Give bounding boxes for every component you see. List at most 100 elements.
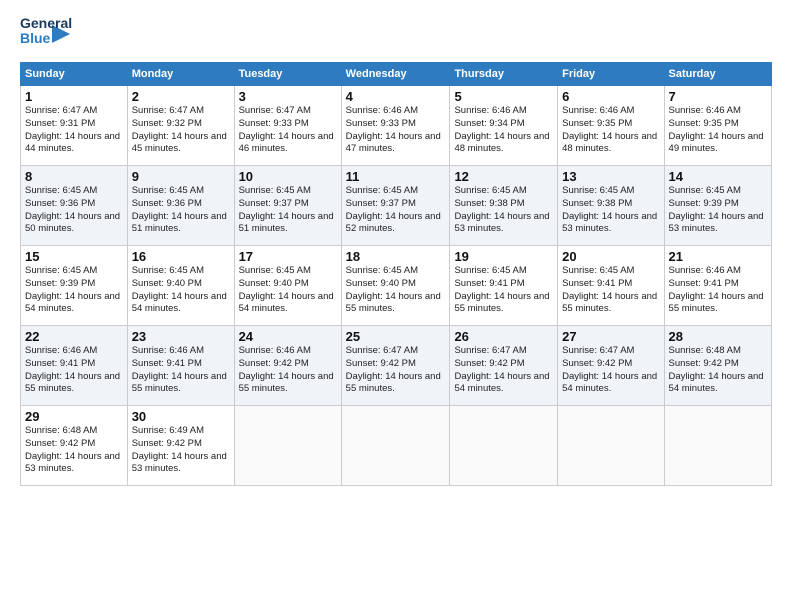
day-number: 4 xyxy=(346,89,446,104)
calendar-header-thursday: Thursday xyxy=(450,63,558,86)
calendar-cell: 26Sunrise: 6:47 AM Sunset: 9:42 PM Dayli… xyxy=(450,326,558,406)
day-info: Sunrise: 6:45 AM Sunset: 9:39 PM Dayligh… xyxy=(25,265,123,316)
day-number: 28 xyxy=(669,329,767,344)
calendar-header-monday: Monday xyxy=(127,63,234,86)
day-number: 25 xyxy=(346,329,446,344)
day-number: 1 xyxy=(25,89,123,104)
day-number: 30 xyxy=(132,409,230,424)
header: General Blue xyxy=(20,16,772,52)
calendar-header-row: SundayMondayTuesdayWednesdayThursdayFrid… xyxy=(21,63,772,86)
calendar-cell: 19Sunrise: 6:45 AM Sunset: 9:41 PM Dayli… xyxy=(450,246,558,326)
day-info: Sunrise: 6:45 AM Sunset: 9:40 PM Dayligh… xyxy=(239,265,337,316)
day-info: Sunrise: 6:46 AM Sunset: 9:33 PM Dayligh… xyxy=(346,105,446,156)
calendar-cell: 30Sunrise: 6:49 AM Sunset: 9:42 PM Dayli… xyxy=(127,406,234,486)
day-info: Sunrise: 6:47 AM Sunset: 9:32 PM Dayligh… xyxy=(132,105,230,156)
calendar-cell: 20Sunrise: 6:45 AM Sunset: 9:41 PM Dayli… xyxy=(558,246,664,326)
calendar-cell: 24Sunrise: 6:46 AM Sunset: 9:42 PM Dayli… xyxy=(234,326,341,406)
calendar-cell xyxy=(341,406,450,486)
calendar-cell: 7Sunrise: 6:46 AM Sunset: 9:35 PM Daylig… xyxy=(664,86,771,166)
calendar-header-wednesday: Wednesday xyxy=(341,63,450,86)
day-number: 10 xyxy=(239,169,337,184)
calendar-cell: 25Sunrise: 6:47 AM Sunset: 9:42 PM Dayli… xyxy=(341,326,450,406)
day-number: 23 xyxy=(132,329,230,344)
day-info: Sunrise: 6:45 AM Sunset: 9:37 PM Dayligh… xyxy=(346,185,446,236)
day-info: Sunrise: 6:45 AM Sunset: 9:40 PM Dayligh… xyxy=(132,265,230,316)
calendar-cell xyxy=(664,406,771,486)
day-info: Sunrise: 6:47 AM Sunset: 9:31 PM Dayligh… xyxy=(25,105,123,156)
day-info: Sunrise: 6:46 AM Sunset: 9:34 PM Dayligh… xyxy=(454,105,553,156)
calendar-cell: 4Sunrise: 6:46 AM Sunset: 9:33 PM Daylig… xyxy=(341,86,450,166)
calendar-cell: 8Sunrise: 6:45 AM Sunset: 9:36 PM Daylig… xyxy=(21,166,128,246)
day-info: Sunrise: 6:45 AM Sunset: 9:36 PM Dayligh… xyxy=(25,185,123,236)
calendar-cell xyxy=(450,406,558,486)
calendar-cell: 21Sunrise: 6:46 AM Sunset: 9:41 PM Dayli… xyxy=(664,246,771,326)
day-number: 15 xyxy=(25,249,123,264)
calendar-cell: 3Sunrise: 6:47 AM Sunset: 9:33 PM Daylig… xyxy=(234,86,341,166)
day-info: Sunrise: 6:47 AM Sunset: 9:42 PM Dayligh… xyxy=(454,345,553,396)
calendar-cell: 1Sunrise: 6:47 AM Sunset: 9:31 PM Daylig… xyxy=(21,86,128,166)
day-number: 18 xyxy=(346,249,446,264)
day-info: Sunrise: 6:46 AM Sunset: 9:41 PM Dayligh… xyxy=(669,265,767,316)
day-number: 6 xyxy=(562,89,659,104)
day-info: Sunrise: 6:47 AM Sunset: 9:33 PM Dayligh… xyxy=(239,105,337,156)
calendar-cell: 10Sunrise: 6:45 AM Sunset: 9:37 PM Dayli… xyxy=(234,166,341,246)
day-info: Sunrise: 6:46 AM Sunset: 9:42 PM Dayligh… xyxy=(239,345,337,396)
calendar-cell: 27Sunrise: 6:47 AM Sunset: 9:42 PM Dayli… xyxy=(558,326,664,406)
day-info: Sunrise: 6:46 AM Sunset: 9:35 PM Dayligh… xyxy=(562,105,659,156)
calendar-cell xyxy=(234,406,341,486)
day-info: Sunrise: 6:45 AM Sunset: 9:40 PM Dayligh… xyxy=(346,265,446,316)
day-info: Sunrise: 6:45 AM Sunset: 9:41 PM Dayligh… xyxy=(562,265,659,316)
calendar-week-1: 1Sunrise: 6:47 AM Sunset: 9:31 PM Daylig… xyxy=(21,86,772,166)
day-number: 14 xyxy=(669,169,767,184)
calendar-cell: 18Sunrise: 6:45 AM Sunset: 9:40 PM Dayli… xyxy=(341,246,450,326)
calendar-cell: 29Sunrise: 6:48 AM Sunset: 9:42 PM Dayli… xyxy=(21,406,128,486)
day-info: Sunrise: 6:45 AM Sunset: 9:38 PM Dayligh… xyxy=(454,185,553,236)
day-number: 19 xyxy=(454,249,553,264)
calendar-header-friday: Friday xyxy=(558,63,664,86)
day-number: 29 xyxy=(25,409,123,424)
calendar-week-4: 22Sunrise: 6:46 AM Sunset: 9:41 PM Dayli… xyxy=(21,326,772,406)
day-info: Sunrise: 6:48 AM Sunset: 9:42 PM Dayligh… xyxy=(25,425,123,476)
calendar-week-5: 29Sunrise: 6:48 AM Sunset: 9:42 PM Dayli… xyxy=(21,406,772,486)
day-info: Sunrise: 6:46 AM Sunset: 9:41 PM Dayligh… xyxy=(132,345,230,396)
day-number: 8 xyxy=(25,169,123,184)
day-number: 27 xyxy=(562,329,659,344)
day-number: 3 xyxy=(239,89,337,104)
calendar-header-sunday: Sunday xyxy=(21,63,128,86)
calendar-cell: 12Sunrise: 6:45 AM Sunset: 9:38 PM Dayli… xyxy=(450,166,558,246)
calendar-cell: 28Sunrise: 6:48 AM Sunset: 9:42 PM Dayli… xyxy=(664,326,771,406)
calendar-week-2: 8Sunrise: 6:45 AM Sunset: 9:36 PM Daylig… xyxy=(21,166,772,246)
day-number: 20 xyxy=(562,249,659,264)
day-info: Sunrise: 6:45 AM Sunset: 9:38 PM Dayligh… xyxy=(562,185,659,236)
day-number: 24 xyxy=(239,329,337,344)
calendar-header-saturday: Saturday xyxy=(664,63,771,86)
page: General Blue SundayMondayTuesdayWednesda… xyxy=(0,0,792,612)
day-info: Sunrise: 6:47 AM Sunset: 9:42 PM Dayligh… xyxy=(562,345,659,396)
day-number: 7 xyxy=(669,89,767,104)
day-number: 2 xyxy=(132,89,230,104)
day-number: 11 xyxy=(346,169,446,184)
day-info: Sunrise: 6:46 AM Sunset: 9:35 PM Dayligh… xyxy=(669,105,767,156)
day-number: 26 xyxy=(454,329,553,344)
day-info: Sunrise: 6:45 AM Sunset: 9:41 PM Dayligh… xyxy=(454,265,553,316)
day-number: 9 xyxy=(132,169,230,184)
calendar-cell: 22Sunrise: 6:46 AM Sunset: 9:41 PM Dayli… xyxy=(21,326,128,406)
calendar-cell: 9Sunrise: 6:45 AM Sunset: 9:36 PM Daylig… xyxy=(127,166,234,246)
calendar-cell xyxy=(558,406,664,486)
day-info: Sunrise: 6:46 AM Sunset: 9:41 PM Dayligh… xyxy=(25,345,123,396)
calendar-cell: 17Sunrise: 6:45 AM Sunset: 9:40 PM Dayli… xyxy=(234,246,341,326)
calendar-table: SundayMondayTuesdayWednesdayThursdayFrid… xyxy=(20,62,772,486)
calendar-cell: 6Sunrise: 6:46 AM Sunset: 9:35 PM Daylig… xyxy=(558,86,664,166)
day-number: 13 xyxy=(562,169,659,184)
day-info: Sunrise: 6:45 AM Sunset: 9:39 PM Dayligh… xyxy=(669,185,767,236)
day-info: Sunrise: 6:48 AM Sunset: 9:42 PM Dayligh… xyxy=(669,345,767,396)
calendar-week-3: 15Sunrise: 6:45 AM Sunset: 9:39 PM Dayli… xyxy=(21,246,772,326)
calendar-cell: 23Sunrise: 6:46 AM Sunset: 9:41 PM Dayli… xyxy=(127,326,234,406)
logo-graphic: General Blue xyxy=(20,16,50,52)
day-number: 21 xyxy=(669,249,767,264)
day-info: Sunrise: 6:45 AM Sunset: 9:37 PM Dayligh… xyxy=(239,185,337,236)
day-number: 22 xyxy=(25,329,123,344)
calendar-cell: 14Sunrise: 6:45 AM Sunset: 9:39 PM Dayli… xyxy=(664,166,771,246)
calendar-cell: 5Sunrise: 6:46 AM Sunset: 9:34 PM Daylig… xyxy=(450,86,558,166)
calendar-header-tuesday: Tuesday xyxy=(234,63,341,86)
